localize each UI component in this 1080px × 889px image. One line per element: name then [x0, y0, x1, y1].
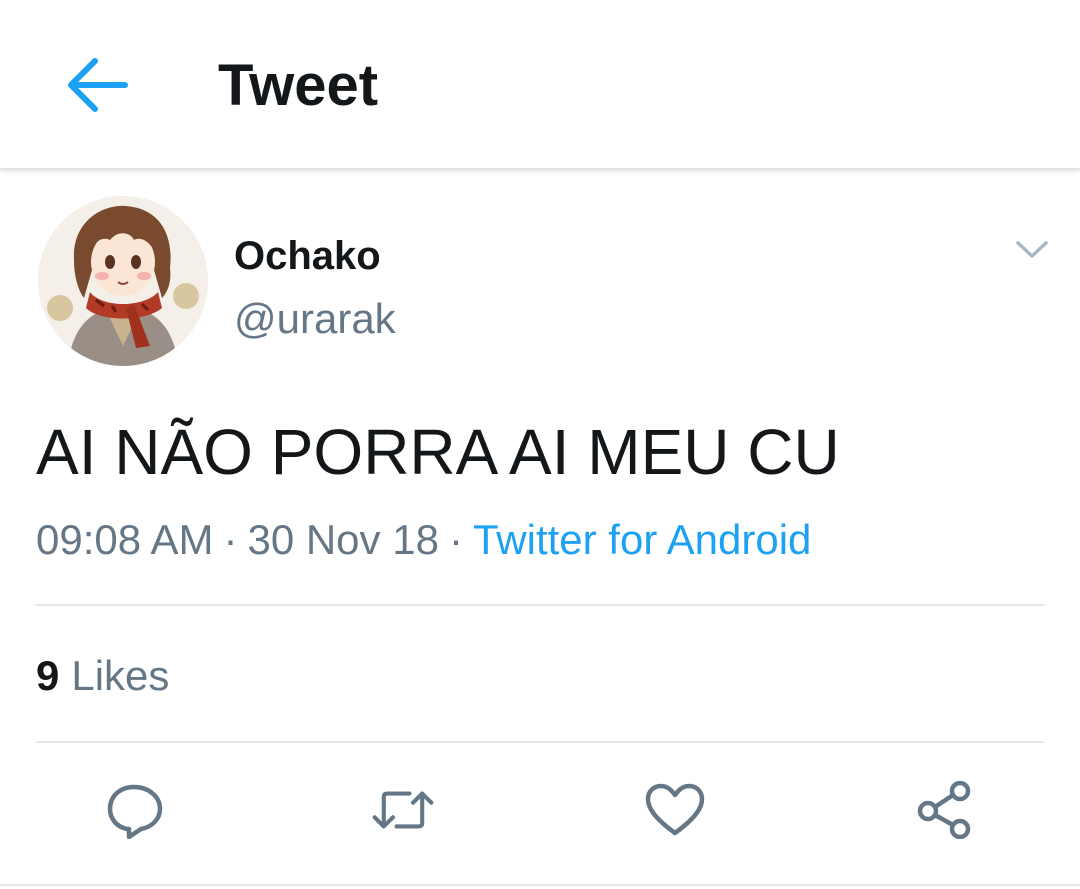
tweet-text: AI NÃO PORRA AI MEU CU [36, 416, 840, 488]
avatar-illustration [38, 196, 208, 366]
chevron-down-icon [1016, 241, 1048, 258]
divider [36, 741, 1044, 743]
reply-icon [107, 784, 163, 839]
separator-dot: · [223, 516, 238, 563]
tweet-metadata: 09:08 AM · 30 Nov 18 · Twitter for Android [36, 514, 811, 566]
heart-icon [645, 783, 705, 836]
user-handle[interactable]: @urarak [234, 294, 396, 344]
likes-count: 9 [36, 652, 60, 699]
arrow-left-icon [68, 58, 128, 112]
tweet-time: 09:08 AM [36, 516, 214, 563]
display-name[interactable]: Ochako [234, 232, 381, 280]
tweet-source-link[interactable]: Twitter for Android [473, 516, 811, 563]
divider [36, 604, 1044, 606]
likes-summary[interactable]: 9 Likes [36, 650, 169, 702]
avatar[interactable] [38, 196, 208, 366]
tweet-date: 30 Nov 18 [247, 516, 439, 563]
share-icon [917, 781, 971, 839]
likes-label: Likes [71, 652, 170, 699]
page-title: Tweet [218, 53, 379, 118]
back-button[interactable] [56, 50, 136, 120]
retweet-button[interactable] [371, 778, 435, 842]
reply-button[interactable] [103, 778, 167, 842]
share-button[interactable] [912, 778, 976, 842]
like-button[interactable] [643, 778, 707, 842]
divider [0, 884, 1080, 886]
retweet-icon [372, 791, 434, 829]
top-app-bar: Tweet [0, 0, 1080, 170]
separator-dot: · [448, 516, 463, 563]
tweet-options-button[interactable] [1010, 232, 1054, 268]
